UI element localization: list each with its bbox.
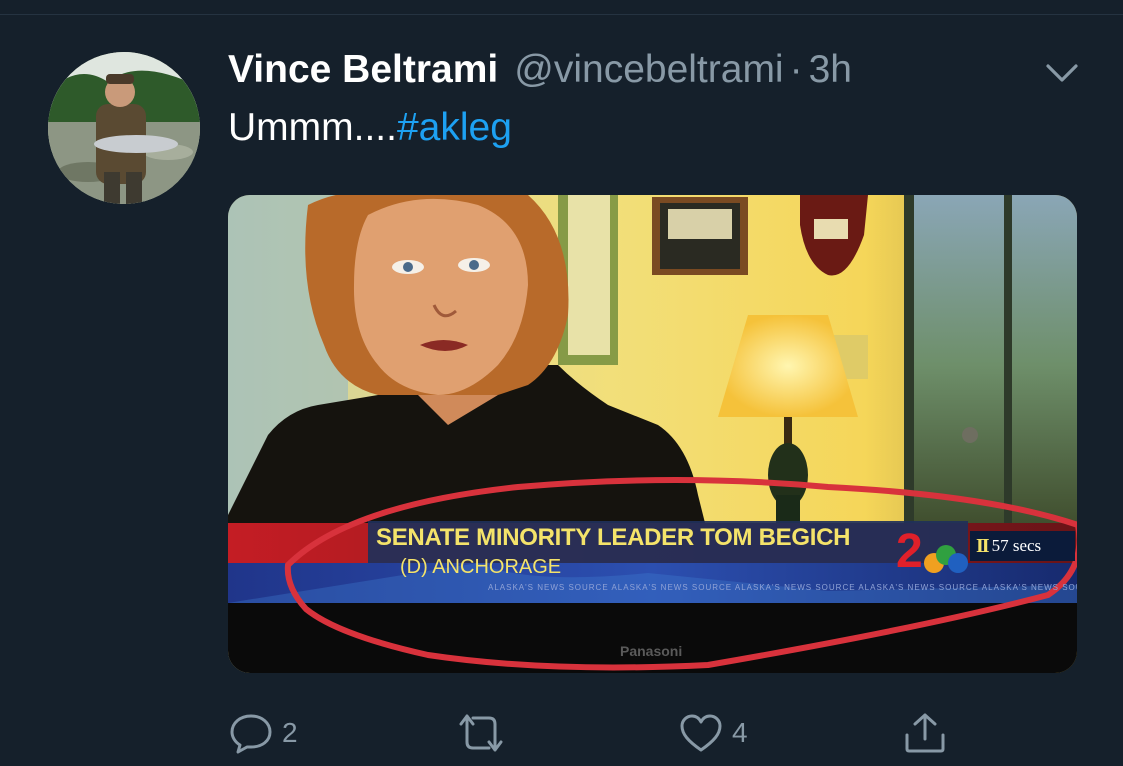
tweet-media-image[interactable]: 2 SENATE MINORITY LEADER TOM BEGICH (D) … (228, 195, 1077, 673)
divider (0, 14, 1123, 15)
like-button[interactable]: 4 (678, 712, 748, 754)
chyron-subtitle: (D) ANCHORAGE (400, 556, 562, 578)
avatar[interactable] (48, 52, 200, 204)
tweet-actions: 2 4 (0, 700, 1123, 766)
tweet-timestamp[interactable]: 3h (809, 48, 852, 92)
tv-screen-photo: 2 (228, 195, 1077, 673)
chyron-title: SENATE MINORITY LEADER TOM BEGICH (376, 524, 851, 551)
heart-icon (678, 712, 724, 754)
speech-bubble-icon (228, 712, 274, 754)
reply-button[interactable]: 2 (228, 712, 298, 754)
tweet-body: Ummm.... (228, 106, 397, 149)
reply-count: 2 (282, 717, 298, 748)
author-handle[interactable]: @vincebeltrami (514, 48, 783, 92)
tweet-text: Ummm....#akleg (228, 106, 512, 150)
author-name[interactable]: Vince Beltrami (228, 48, 498, 92)
like-count: 4 (732, 717, 748, 748)
avatar-photo (48, 52, 200, 204)
tv-brand: Panasoni (620, 643, 683, 659)
pause-icon: II (976, 534, 990, 557)
timer-text: 57 secs (991, 536, 1042, 555)
retweet-button[interactable] (455, 712, 515, 754)
ticker-text: ALASKA'S NEWS SOURCE ALASKA'S NEWS SOURC… (488, 583, 1077, 592)
share-button[interactable] (902, 712, 948, 754)
separator-dot: · (789, 48, 803, 91)
hashtag-link[interactable]: #akleg (397, 106, 512, 149)
video-timer: II 57 secs (970, 531, 1075, 561)
chevron-down-icon[interactable] (1042, 56, 1082, 88)
share-upload-icon (902, 711, 948, 755)
retweet-arrows-icon (455, 712, 507, 754)
tweet-header: Vince Beltrami @vincebeltrami · 3h (228, 48, 852, 98)
